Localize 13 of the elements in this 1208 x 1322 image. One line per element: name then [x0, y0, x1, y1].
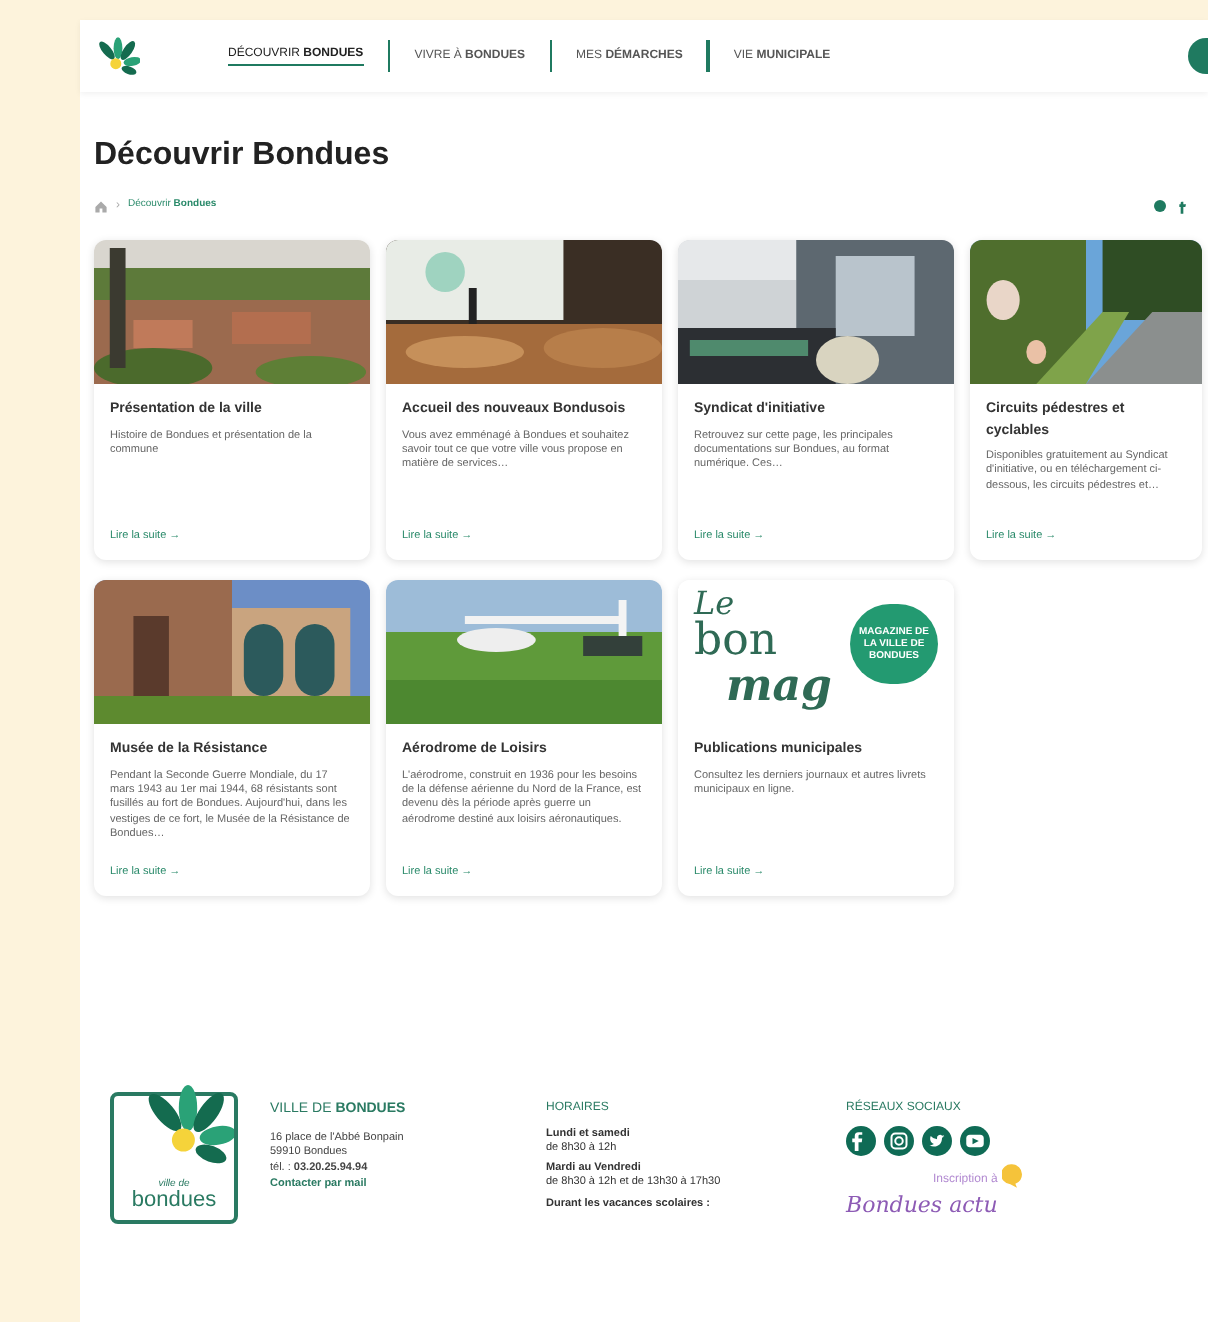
article-card[interactable]	[386, 580, 662, 896]
facebook-icon[interactable]	[1178, 199, 1186, 213]
account-button[interactable]	[1188, 38, 1208, 74]
instagram-icon[interactable]	[884, 1126, 914, 1156]
newsletter-brand[interactable]: Bondues actu	[846, 1190, 998, 1223]
speech-bubble-icon	[1001, 1164, 1022, 1188]
share-icon[interactable]	[1154, 200, 1166, 212]
flower-logo-icon	[96, 36, 140, 76]
youtube-icon[interactable]	[960, 1126, 990, 1156]
facebook-icon[interactable]	[846, 1126, 876, 1156]
page-title: Découvrir Bondues	[94, 136, 392, 176]
twitter-icon[interactable]	[922, 1126, 952, 1156]
article-card[interactable]	[94, 580, 370, 896]
